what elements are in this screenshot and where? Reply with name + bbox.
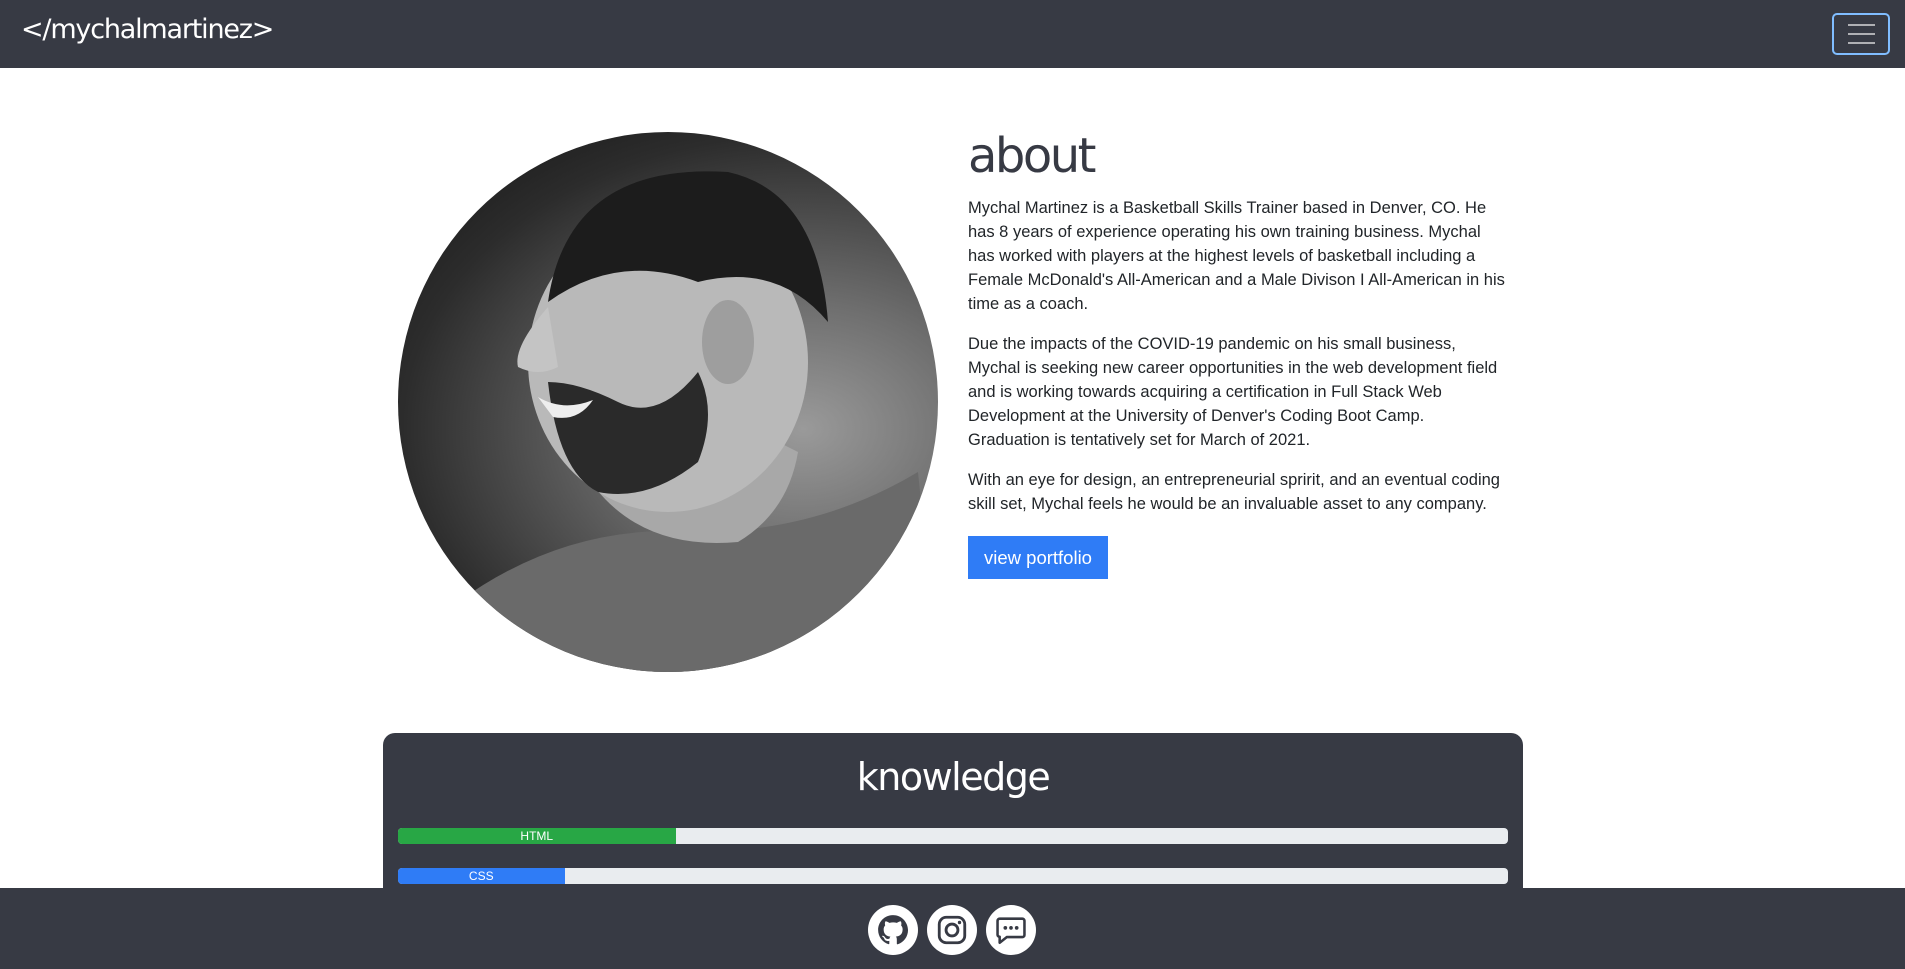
hamburger-icon	[1847, 33, 1875, 35]
hamburger-icon	[1847, 24, 1875, 26]
hamburger-icon	[1847, 42, 1875, 44]
contact-link[interactable]	[986, 905, 1036, 955]
html-progress-bar: HTML	[398, 828, 1508, 844]
css-progress-bar: CSS	[398, 868, 1508, 884]
navbar: </mychalmartinez>	[0, 0, 1905, 68]
menu-toggle-button[interactable]	[1832, 13, 1890, 55]
css-progress-fill: CSS	[398, 868, 565, 884]
github-icon	[878, 915, 909, 945]
footer	[0, 888, 1905, 969]
instagram-link[interactable]	[927, 905, 977, 955]
about-paragraph: With an eye for design, an entrepreneuri…	[968, 471, 1500, 513]
github-link[interactable]	[868, 905, 918, 955]
chat-icon	[996, 917, 1026, 945]
about-paragraph: Mychal Martinez is a Basketball Skills T…	[968, 199, 1505, 313]
instagram-icon	[937, 915, 967, 945]
knowledge-heading: knowledge	[856, 755, 1051, 799]
brand-logo[interactable]: </mychalmartinez>	[21, 14, 274, 45]
view-portfolio-button[interactable]: view portfolio	[968, 536, 1108, 579]
html-progress-fill: HTML	[398, 828, 676, 844]
about-section: about Mychal Martinez is a Basketball Sk…	[968, 128, 1508, 579]
about-heading: about	[968, 128, 1097, 184]
about-paragraph: Due the impacts of the COVID-19 pandemic…	[968, 335, 1498, 449]
profile-photo	[398, 132, 938, 672]
